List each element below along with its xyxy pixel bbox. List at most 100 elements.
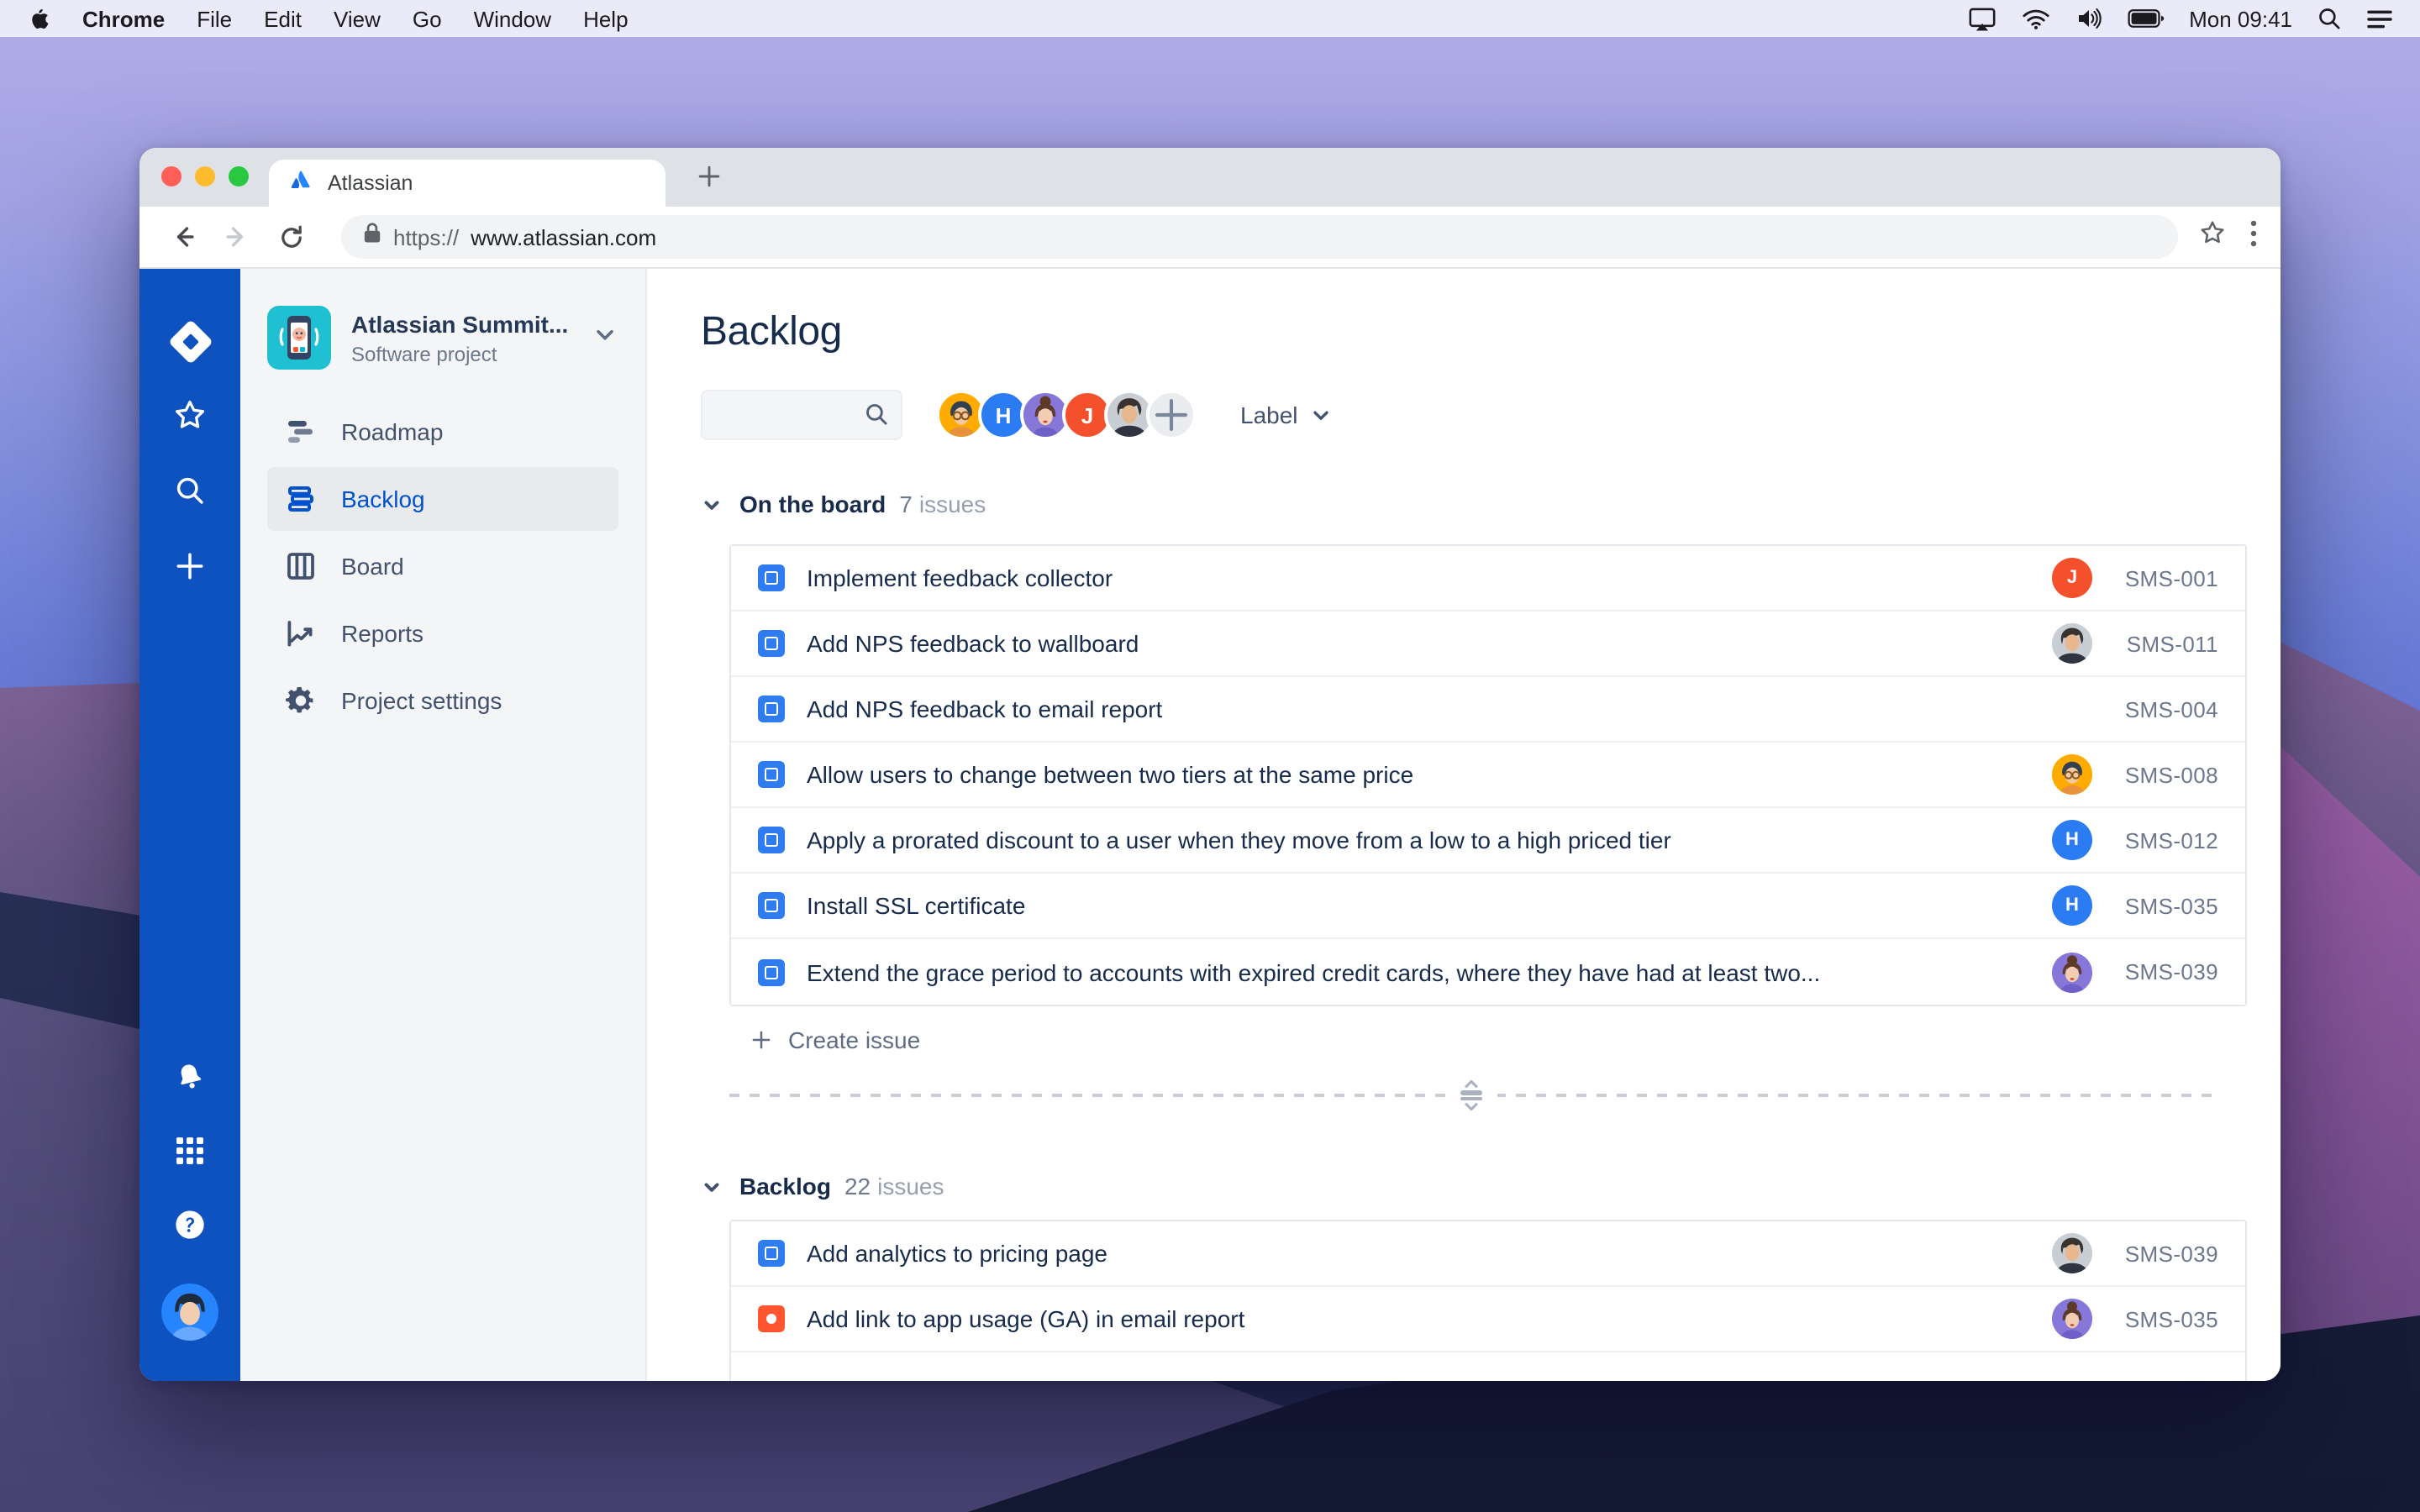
story-icon (758, 827, 785, 853)
assignee-avatar-empty (2052, 689, 2092, 729)
sidebar-item-label: Backlog (341, 486, 425, 512)
avatar-initial: H (2065, 895, 2079, 916)
issue-row[interactable]: Extend the grace period to accounts with… (731, 939, 2245, 1005)
menu-item-view[interactable]: View (334, 6, 381, 31)
collapse-chevron-icon[interactable] (701, 1175, 723, 1197)
issue-row[interactable]: Apply a prorated discount to a user when… (731, 808, 2245, 874)
backlog-icon (284, 482, 318, 516)
issue-row-partial[interactable] (731, 1352, 2245, 1381)
sidebar-item-project-settings[interactable]: Project settings (267, 669, 618, 732)
address-bar[interactable]: https:// www.atlassian.com (341, 215, 2178, 259)
assignee-avatar[interactable]: J (2052, 558, 2092, 598)
screen-mirroring-icon[interactable] (1967, 6, 1996, 31)
minimize-window-button[interactable] (195, 166, 215, 186)
sidebar-item-label: Board (341, 553, 404, 580)
issue-row[interactable]: Install SSL certificate H SMS-035 (731, 874, 2245, 939)
sidebar-item-backlog[interactable]: Backlog (267, 467, 618, 531)
section-count-unit: issues (877, 1173, 944, 1200)
menu-item-edit[interactable]: Edit (264, 6, 302, 31)
label-filter-dropdown[interactable]: Label (1240, 402, 1334, 428)
resize-drag-handle[interactable] (1446, 1077, 1497, 1114)
menu-item-help[interactable]: Help (583, 6, 629, 31)
plus-icon (750, 1028, 773, 1052)
avatar-initial: H (2065, 830, 2079, 850)
issue-row[interactable]: Add link to app usage (GA) in email repo… (731, 1287, 2245, 1352)
issue-key: SMS-008 (2124, 762, 2218, 787)
menu-item-file[interactable]: File (197, 6, 232, 31)
back-button[interactable] (163, 217, 203, 257)
issue-title: Add link to app usage (GA) in email repo… (807, 1305, 1245, 1332)
zoom-window-button[interactable] (229, 166, 249, 186)
issue-key: SMS-035 (2124, 1306, 2218, 1331)
favorites-star-icon[interactable] (171, 396, 208, 442)
assignee-avatar[interactable] (2052, 1233, 2092, 1273)
issue-title: Apply a prorated discount to a user when… (807, 827, 1671, 853)
story-icon (758, 564, 785, 591)
roadmap-icon (284, 415, 318, 449)
story-icon (758, 696, 785, 722)
issue-key: SMS-012 (2124, 827, 2218, 853)
assignee-avatar[interactable]: H (2052, 820, 2092, 860)
assignee-avatar[interactable]: H (2052, 885, 2092, 926)
spotlight-search-icon[interactable] (2317, 7, 2341, 30)
close-window-button[interactable] (161, 166, 182, 186)
assignee-avatar[interactable] (2052, 952, 2092, 992)
story-icon (758, 892, 785, 919)
sidebar-item-roadmap[interactable]: Roadmap (267, 400, 618, 464)
volume-icon[interactable] (2075, 7, 2102, 30)
notifications-bell-icon[interactable] (173, 1060, 207, 1102)
issue-key: SMS-004 (2124, 696, 2218, 722)
board-backlog-divider (729, 1077, 2213, 1114)
issue-title: Add NPS feedback to wallboard (807, 630, 1139, 657)
board-controls: H J Label (701, 390, 2247, 440)
avatar-initial: H (995, 402, 1012, 428)
section-title: On the board (739, 491, 886, 517)
bookmark-star-icon[interactable] (2198, 218, 2227, 255)
wifi-icon[interactable] (2021, 8, 2049, 29)
chevron-down-icon[interactable] (592, 320, 618, 355)
assignee-avatar[interactable] (2052, 754, 2092, 795)
section-count-unit: issues (918, 491, 986, 517)
ssl-lock-icon[interactable] (363, 222, 381, 252)
assignee-avatar[interactable] (2052, 1299, 2092, 1339)
assignee-avatar[interactable] (2052, 623, 2092, 664)
battery-icon (2127, 8, 2164, 29)
help-icon[interactable] (173, 1208, 207, 1250)
menu-item-go[interactable]: Go (413, 6, 442, 31)
issue-row[interactable]: Add analytics to pricing page SMS-039 (731, 1221, 2245, 1287)
app-switcher-grid-icon[interactable] (175, 1136, 205, 1174)
reload-button[interactable] (271, 217, 311, 257)
sidebar-item-reports[interactable]: Reports (267, 601, 618, 665)
collapse-chevron-icon[interactable] (701, 493, 723, 515)
new-tab-button[interactable] (694, 161, 724, 200)
user-avatar[interactable] (161, 1284, 218, 1341)
create-issue-label: Create issue (788, 1026, 921, 1053)
control-center-list-icon[interactable] (2366, 8, 2393, 29)
issue-title: Add NPS feedback to email report (807, 696, 1163, 722)
search-icon[interactable] (171, 472, 208, 517)
story-icon (758, 761, 785, 788)
issue-row[interactable]: Allow users to change between two tiers … (731, 743, 2245, 808)
issue-title: Implement feedback collector (807, 564, 1113, 591)
create-plus-icon[interactable] (171, 548, 208, 593)
forward-button[interactable] (217, 217, 257, 257)
project-nav: Roadmap Backlog Board Reports Project se… (267, 400, 618, 732)
issue-title: Allow users to change between two tiers … (807, 761, 1414, 788)
browser-menu-icon[interactable] (2250, 219, 2257, 255)
backlog-main: Backlog H J Label On the board 7 issues … (647, 269, 2281, 1381)
issue-row[interactable]: Implement feedback collector J SMS-001 (731, 546, 2245, 612)
sidebar-item-board[interactable]: Board (267, 534, 618, 598)
desktop: Chrome File Edit View Go Window Help Mon… (0, 0, 2420, 1512)
create-issue-button[interactable]: Create issue (750, 1026, 2247, 1053)
issue-row[interactable]: Add NPS feedback to email report SMS-004 (731, 677, 2245, 743)
browser-tab-atlassian[interactable]: Atlassian (269, 160, 666, 207)
menu-item-chrome[interactable]: Chrome (82, 6, 165, 31)
issue-row[interactable]: Add NPS feedback to wallboard SMS-011 (731, 612, 2245, 677)
jira-logo-icon[interactable] (167, 318, 213, 364)
menu-item-window[interactable]: Window (474, 6, 552, 31)
project-switcher[interactable]: Atlassian Summit... Software project (267, 306, 618, 370)
add-member-button[interactable] (1146, 390, 1197, 440)
issue-key: SMS-035 (2124, 893, 2218, 918)
apple-menu-icon[interactable] (27, 5, 50, 32)
issue-title: Extend the grace period to accounts with… (807, 958, 1821, 985)
